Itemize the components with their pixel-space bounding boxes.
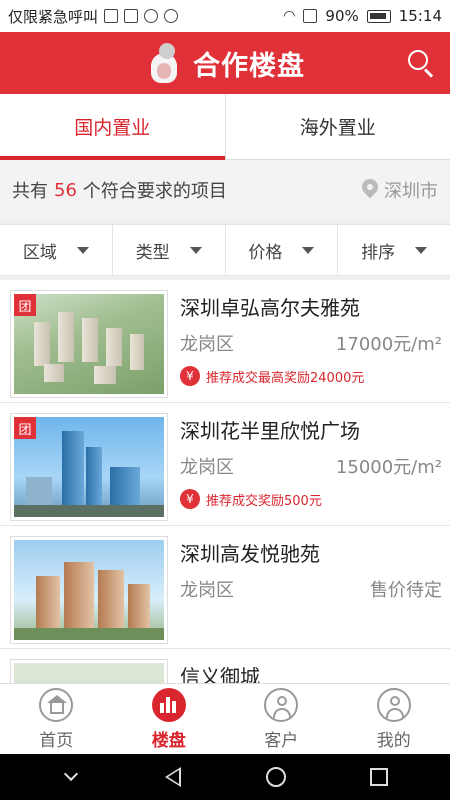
filter-price[interactable]: 价格 (224, 225, 338, 275)
summary-prefix: 共有 (12, 181, 48, 202)
home-button[interactable] (256, 757, 296, 797)
reward-text: 推荐成交最高奖励24000元 (206, 370, 365, 386)
property-item[interactable]: 团 深圳卓弘高尔夫雅苑 龙岗区 17000元/m² ¥ 推荐成交最高奖励2400… (0, 280, 450, 403)
nav-mine[interactable]: 我的 (338, 684, 450, 754)
property-list: 团 深圳卓弘高尔夫雅苑 龙岗区 17000元/m² ¥ 推荐成交最高奖励2400… (0, 280, 450, 683)
filter-label: 排序 (361, 242, 396, 263)
home-circle-icon (266, 767, 287, 787)
city-selector[interactable]: 深圳市 (358, 175, 438, 203)
property-price: 15000元/m² (335, 457, 442, 478)
dropdown-arrow-icon (302, 246, 315, 254)
app-header: 合作楼盘 (0, 32, 450, 94)
recents-button[interactable] (359, 757, 399, 797)
property-name: 深圳花半里欣悦广场 (180, 419, 360, 443)
android-notification-icon (164, 9, 179, 23)
carrier-text: 仅限紧急呼叫 (8, 7, 99, 26)
property-price: 17000元/m² (335, 334, 442, 355)
summary-suffix: 个符合要求的项目 (82, 181, 227, 202)
money-bag-icon: ¥ (180, 489, 200, 509)
app-notification-icon (144, 9, 159, 23)
nav-properties[interactable]: 楼盘 (113, 684, 226, 754)
dropdown-arrow-icon (76, 246, 89, 254)
filter-type[interactable]: 类型 (111, 225, 225, 275)
customer-icon (264, 687, 299, 722)
property-thumbnail: 团 (10, 290, 168, 398)
home-icon (39, 687, 74, 722)
location-pin-icon (358, 175, 382, 201)
nav-label: 首页 (39, 730, 74, 751)
recents-icon (369, 768, 388, 786)
nav-label: 客户 (264, 730, 299, 751)
search-icon[interactable] (406, 48, 436, 78)
property-thumbnail (10, 659, 168, 683)
money-bag-icon: ¥ (180, 366, 200, 386)
sim-notification-icon (124, 9, 139, 23)
filter-region[interactable]: 区域 (0, 225, 112, 275)
profile-icon (376, 687, 411, 722)
back-button[interactable] (154, 757, 194, 797)
filter-label: 区域 (22, 242, 57, 263)
status-right: ◠ 90% 15:14 (283, 7, 442, 25)
property-name: 深圳高发悦驰苑 (180, 542, 320, 566)
wifi-icon: ◠ (283, 8, 296, 24)
property-price: 售价待定 (370, 580, 442, 601)
filter-bar: 区域 类型 价格 排序 (0, 224, 450, 276)
dropdown-arrow-icon (189, 246, 202, 254)
city-label: 深圳市 (384, 181, 438, 202)
dropdown-arrow-icon (415, 246, 428, 254)
hide-nav-button[interactable] (51, 757, 91, 797)
property-thumbnail (10, 536, 168, 644)
referral-reward: ¥ 推荐成交最高奖励24000元 (180, 366, 364, 386)
tab-bar: 国内置业 海外置业 (0, 94, 450, 160)
app-screen: 仅限紧急呼叫 ◠ 90% 15:14 合作楼盘 国内置业 海外置业 共有 56 … (0, 0, 450, 800)
tab-domestic[interactable]: 国内置业 (0, 94, 225, 160)
property-item[interactable]: 团 深圳花半里欣悦广场 龙岗区 15000元/m² ¥ 推荐成交奖励500元 (0, 403, 450, 526)
sim-icon (303, 9, 318, 23)
referral-reward: ¥ 推荐成交奖励500元 (180, 489, 322, 509)
nav-label: 楼盘 (151, 730, 186, 751)
group-buy-badge: 团 (14, 417, 36, 439)
image-notification-icon (104, 9, 119, 23)
back-icon (164, 767, 183, 787)
reward-text: 推荐成交奖励500元 (206, 493, 322, 509)
system-nav-bar (0, 754, 450, 800)
page-title: 合作楼盘 (193, 50, 305, 82)
status-bar: 仅限紧急呼叫 ◠ 90% 15:14 (0, 0, 450, 32)
filter-label: 类型 (135, 242, 170, 263)
nav-home[interactable]: 首页 (0, 684, 113, 754)
filter-label: 价格 (248, 242, 283, 263)
battery-percent: 90% (325, 7, 359, 25)
nav-label: 我的 (376, 730, 411, 751)
property-item[interactable]: 信义御城 (0, 649, 450, 683)
clock: 15:14 (398, 7, 442, 25)
property-district: 龙岗区 (180, 457, 234, 478)
property-name: 深圳卓弘高尔夫雅苑 (180, 296, 360, 320)
property-name: 信义御城 (180, 665, 260, 683)
result-summary: 共有 56 个符合要求的项目 深圳市 (0, 160, 450, 220)
mascot-logo-icon (145, 39, 185, 87)
buildings-icon (151, 687, 186, 722)
property-district: 龙岗区 (180, 580, 234, 601)
battery-icon (366, 9, 391, 23)
property-item[interactable]: 深圳高发悦驰苑 龙岗区 售价待定 (0, 526, 450, 649)
result-count: 56 (54, 179, 77, 201)
nav-customers[interactable]: 客户 (225, 684, 338, 754)
group-buy-badge: 团 (14, 294, 36, 316)
tab-overseas[interactable]: 海外置业 (224, 94, 450, 159)
property-district: 龙岗区 (180, 334, 234, 355)
filter-sort[interactable]: 排序 (337, 225, 450, 275)
status-left: 仅限紧急呼叫 (8, 6, 179, 27)
bottom-nav: 首页 楼盘 客户 我的 (0, 683, 450, 754)
chevron-down-icon (64, 766, 79, 782)
property-thumbnail: 团 (10, 413, 168, 521)
